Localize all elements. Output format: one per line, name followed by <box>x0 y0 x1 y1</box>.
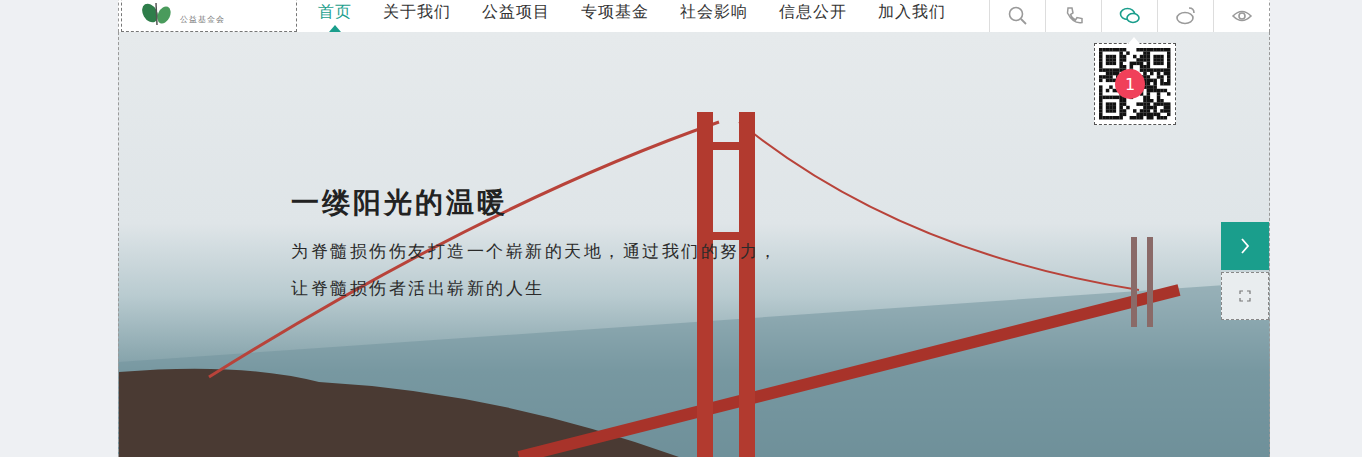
active-indicator <box>329 25 341 32</box>
nav-item[interactable]: 专项基金 <box>581 0 649 32</box>
hero-title: 一缕阳光的温暖 <box>291 185 1269 221</box>
leaf-logo-icon <box>140 0 174 25</box>
nav-item[interactable]: 加入我们 <box>878 0 946 32</box>
header-icon-button[interactable] <box>1213 0 1269 32</box>
nav-item[interactable]: 首页 <box>318 0 352 32</box>
hero-line: 让脊髓损伤者活出崭新的人生 <box>291 270 1269 307</box>
chevron-right-icon <box>1235 236 1255 256</box>
header-icon-button[interactable] <box>1101 0 1157 32</box>
nav-item[interactable]: 信息公开 <box>779 0 847 32</box>
main-nav: 首页关于我们公益项目专项基金社会影响信息公开加入我们 <box>297 0 946 32</box>
weibo-icon <box>1175 5 1197 27</box>
phone-icon <box>1063 5 1085 27</box>
nav-item[interactable]: 公益项目 <box>482 0 550 32</box>
logo-subtitle: 公益基金会 <box>180 14 225 25</box>
site-logo[interactable]: 公益基金会 <box>121 0 297 32</box>
header-icons <box>989 0 1269 32</box>
fullscreen-button[interactable] <box>1221 272 1269 320</box>
header-icon-button[interactable] <box>1045 0 1101 32</box>
expand-icon <box>1238 289 1252 303</box>
nav-item[interactable]: 社会影响 <box>680 0 748 32</box>
hero-description: 为脊髓损伤伤友打造一个崭新的天地，通过我们的努力，让脊髓损伤者活出崭新的人生 <box>291 233 1269 307</box>
header-icon-button[interactable] <box>989 0 1045 32</box>
qr-popup: 1 <box>1094 43 1176 125</box>
hero-line: 为脊髓损伤伤友打造一个崭新的天地，通过我们的努力， <box>291 233 1269 270</box>
eye-icon <box>1231 5 1253 27</box>
header-icon-button[interactable] <box>1157 0 1213 32</box>
search-icon <box>1007 5 1029 27</box>
badge: 1 <box>1115 69 1145 99</box>
nav-item[interactable]: 关于我们 <box>383 0 451 32</box>
wechat-icon <box>1119 5 1141 27</box>
popup-arrow <box>1128 37 1140 44</box>
hero-banner: 一缕阳光的温暖为脊髓损伤伤友打造一个崭新的天地，通过我们的努力，让脊髓损伤者活出… <box>118 32 1270 457</box>
header-bar: 公益基金会 首页关于我们公益项目专项基金社会影响信息公开加入我们 <box>118 0 1270 32</box>
next-slide-button[interactable] <box>1221 222 1269 270</box>
